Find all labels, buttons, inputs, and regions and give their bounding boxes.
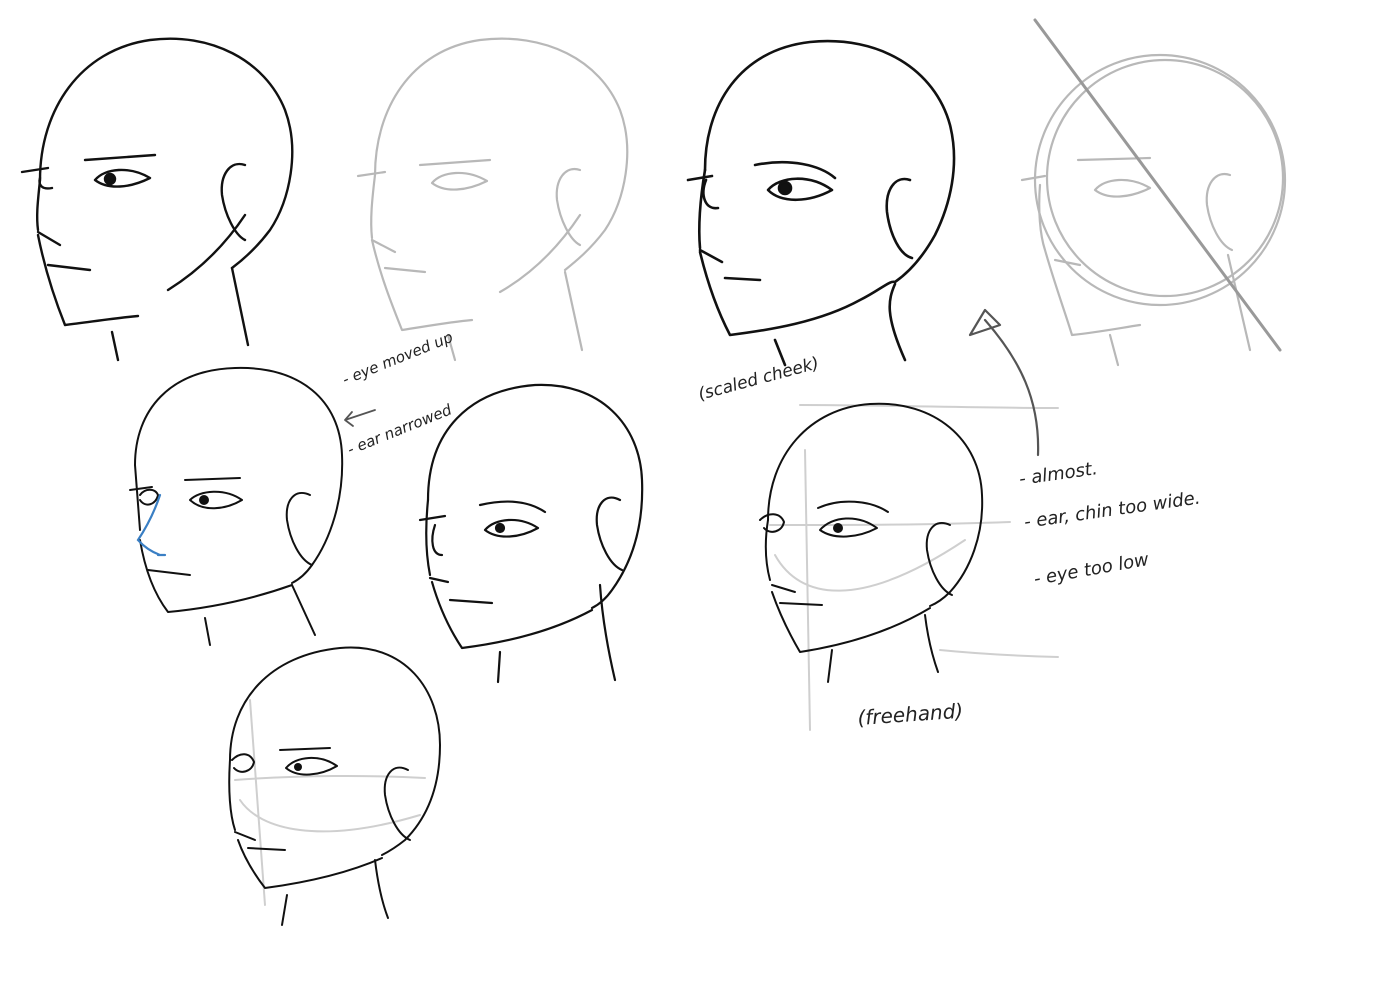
- head-sketch-blue-correction: [129, 366, 344, 646]
- note-eye-ear: - eye moved up - ear narrowed: [340, 328, 456, 459]
- note-eye-moved-up: - eye moved up: [340, 328, 456, 389]
- annotation-arrow-large: [968, 308, 1040, 457]
- note-almost: - almost.: [1018, 458, 1099, 490]
- head-sketch-construction: [228, 646, 441, 926]
- head-sketch-middle: [418, 383, 644, 684]
- note-scaled-cheek: (scaled cheek): [696, 353, 821, 404]
- cross-out-line: [1033, 18, 1282, 352]
- note-ear-narrowed: - ear narrowed: [345, 400, 455, 458]
- head-sketch-freehand: [759, 402, 1059, 731]
- note-freehand: (freehand): [857, 699, 964, 730]
- note-eye-too-low: - eye too low: [1032, 549, 1150, 590]
- annotation-arrow-small: [344, 409, 376, 427]
- head-sketch-light-trace: [356, 37, 629, 362]
- sketch-canvas: - eye moved up - ear narrowed (scaled ch…: [20, 18, 1287, 926]
- note-feedback: - almost. - ear, chin too wide. - eye to…: [1018, 458, 1202, 590]
- note-ear-chin: - ear, chin too wide.: [1023, 487, 1202, 533]
- head-sketch-crossed-out: [1020, 18, 1287, 367]
- head-sketch-reference: [20, 37, 294, 362]
- head-sketch-scaled-cheek: [686, 39, 956, 367]
